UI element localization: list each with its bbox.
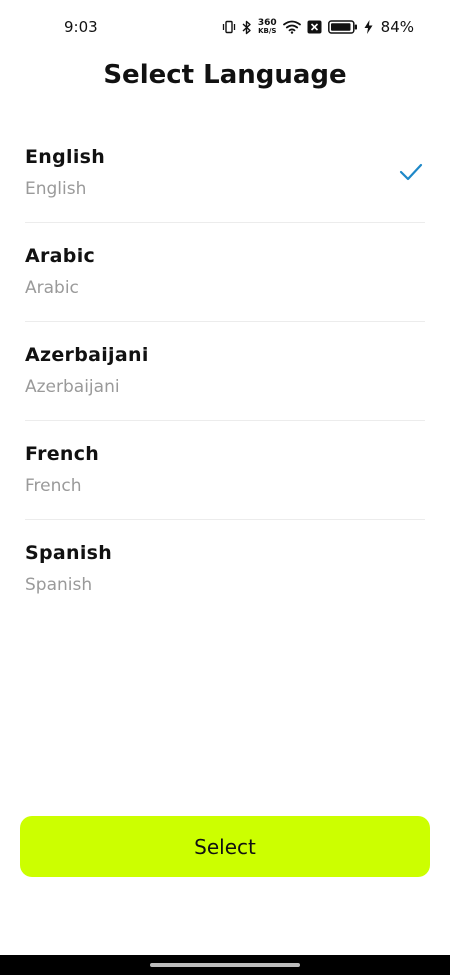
- vibrate-icon: [222, 20, 236, 34]
- language-name: Azerbaijani: [25, 344, 149, 366]
- language-native-name: English: [25, 179, 87, 199]
- check-icon: [399, 162, 423, 182]
- status-icons: 360 KB/S 84%: [222, 17, 414, 37]
- home-indicator[interactable]: [150, 963, 300, 967]
- language-item-arabic[interactable]: Arabic Arabic: [25, 223, 425, 322]
- language-name: French: [25, 443, 100, 465]
- status-time: 9:03: [64, 18, 98, 36]
- language-native-name: Spanish: [25, 575, 93, 595]
- network-speed-unit: KB/S: [258, 27, 277, 35]
- language-name: English: [25, 146, 106, 168]
- language-native-name: Arabic: [25, 278, 79, 298]
- language-name: Spanish: [25, 542, 113, 564]
- language-item-azerbaijani[interactable]: Azerbaijani Azerbaijani: [25, 322, 425, 421]
- wifi-icon: [282, 20, 301, 34]
- language-native-name: Azerbaijani: [25, 377, 120, 397]
- language-item-english[interactable]: English English: [25, 124, 425, 223]
- language-item-spanish[interactable]: Spanish Spanish: [25, 520, 425, 618]
- language-native-name: French: [25, 476, 82, 496]
- language-list: English English Arabic Arabic Azerbaijan…: [0, 124, 450, 618]
- page-title: Select Language: [103, 60, 347, 90]
- battery-icon: [327, 20, 358, 34]
- status-bar: 9:03 360 KB/S 84%: [0, 0, 450, 56]
- battery-percent: 84%: [380, 18, 414, 36]
- language-name: Arabic: [25, 245, 96, 267]
- language-item-french[interactable]: French French: [25, 421, 425, 520]
- select-button[interactable]: Select: [20, 816, 430, 877]
- sim-x-icon: [307, 20, 322, 34]
- bluetooth-icon: [242, 20, 252, 35]
- navigation-bar: [0, 955, 450, 975]
- network-speed: 360 KB/S: [258, 19, 277, 35]
- charging-bolt-icon: [364, 20, 373, 34]
